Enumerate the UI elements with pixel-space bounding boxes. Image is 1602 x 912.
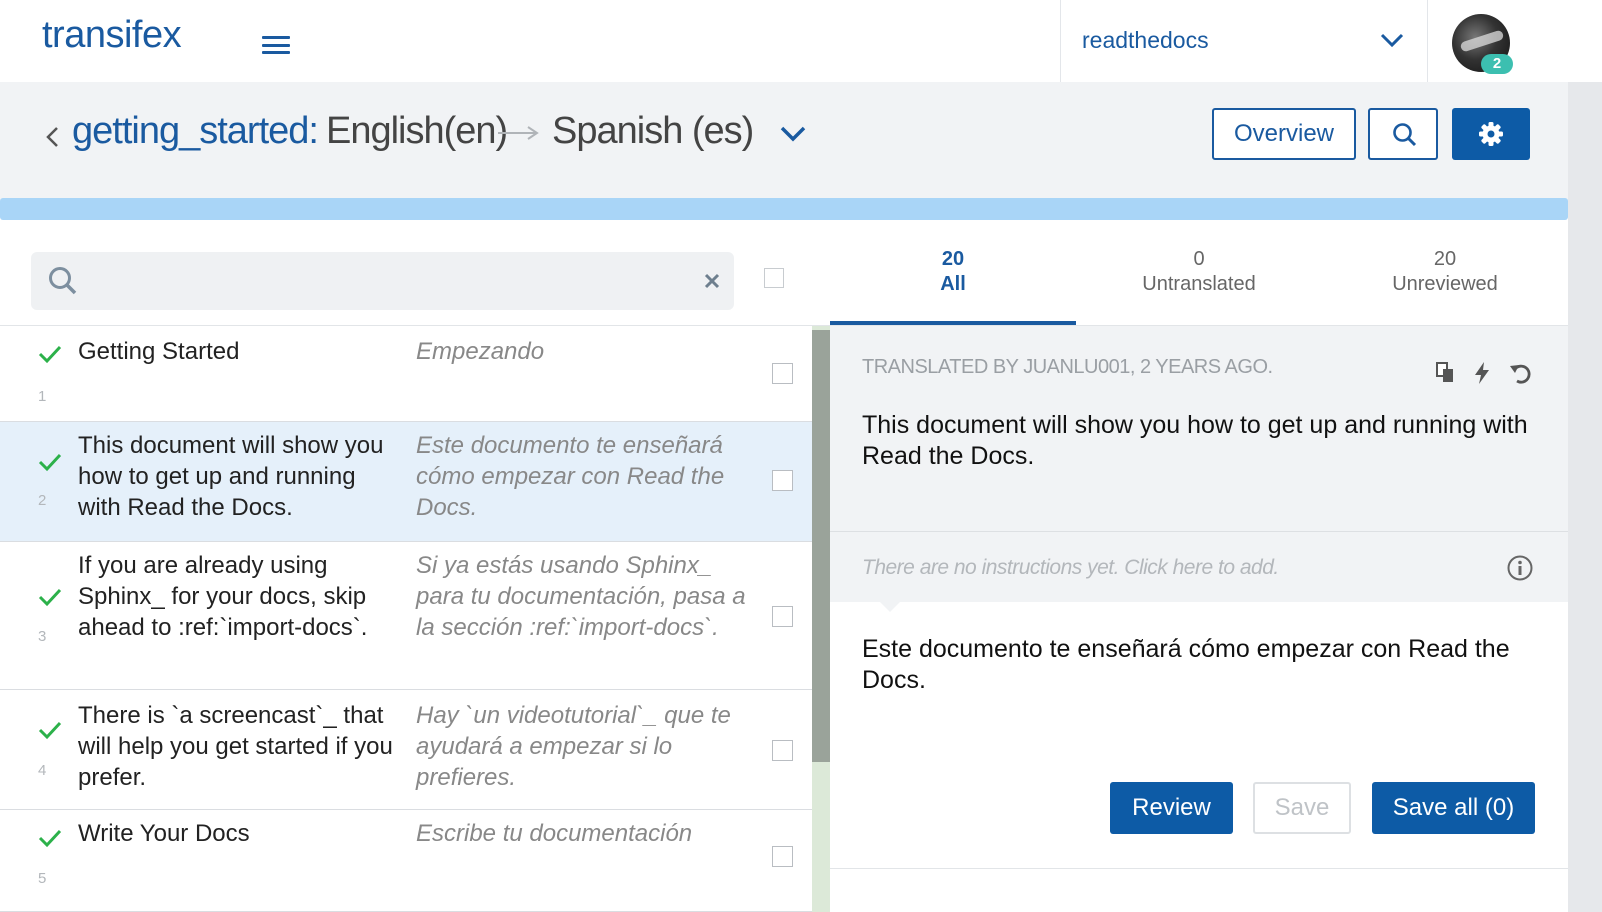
chevron-down-icon xyxy=(1380,33,1404,48)
tab-count: 0 xyxy=(1193,248,1205,270)
tab-count: 20 xyxy=(1433,248,1457,270)
translation-meta: TRANSLATED BY JUANLU001, 2 YEARS AGO. xyxy=(862,356,1273,378)
search-icon xyxy=(49,267,77,295)
chevron-left-icon[interactable] xyxy=(44,122,60,152)
tab-unreviewed[interactable]: 20 Unreviewed xyxy=(1322,240,1568,326)
editor-toolbar xyxy=(1434,360,1534,386)
tab-all[interactable]: 20 All xyxy=(830,240,1076,326)
source-string: Write Your Docs xyxy=(78,820,250,847)
pointer-caret xyxy=(878,600,902,612)
instructions-bar[interactable]: There are no instructions yet. Click her… xyxy=(830,532,1568,602)
save-all-button[interactable]: Save all (0) xyxy=(1372,782,1535,834)
string-number: 1 xyxy=(38,388,47,405)
save-button[interactable]: Save xyxy=(1253,782,1351,834)
tab-label: Untranslated xyxy=(1142,273,1256,295)
checkmark-icon xyxy=(38,453,62,472)
string-number: 2 xyxy=(38,492,47,509)
chevron-down-icon[interactable] xyxy=(778,122,808,146)
source-panel: TRANSLATED BY JUANLU001, 2 YEARS AGO. Th… xyxy=(830,326,1568,532)
row-checkbox[interactable] xyxy=(772,363,793,384)
transifex-logo[interactable]: transifex xyxy=(42,14,182,57)
string-number: 4 xyxy=(38,762,47,779)
string-row[interactable]: 4 There is `a screencast`_ that will hel… xyxy=(0,690,812,810)
translation-string: Escribe tu documentación xyxy=(416,820,693,847)
copy-icon[interactable] xyxy=(1434,360,1458,386)
translation-progress-bar xyxy=(0,198,1568,220)
string-row[interactable]: 3 If you are already using Sphinx_ for y… xyxy=(0,542,812,690)
project-link[interactable]: getting_started: xyxy=(72,110,319,153)
string-number: 3 xyxy=(38,628,47,645)
scrollbar-thumb[interactable] xyxy=(812,330,830,762)
row-checkbox[interactable] xyxy=(772,740,793,761)
hamburger-icon[interactable] xyxy=(262,36,290,54)
checkmark-icon xyxy=(38,721,62,740)
translation-string: Empezando xyxy=(416,338,545,365)
row-checkbox[interactable] xyxy=(772,606,793,627)
translation-string: Hay `un videotutorial`_ que te ayudará a… xyxy=(416,702,731,791)
translation-string: Si ya estás usando Sphinx_ para tu docum… xyxy=(416,552,746,641)
source-string: Getting Started xyxy=(78,338,240,365)
string-row[interactable]: 5 Write Your Docs Escribe tu documentaci… xyxy=(0,810,812,912)
string-number: 5 xyxy=(38,870,47,887)
search-button[interactable] xyxy=(1368,108,1438,160)
search-icon xyxy=(1393,123,1417,147)
source-string: This document will show you how to get u… xyxy=(78,432,384,521)
divider xyxy=(830,868,1568,869)
gear-icon xyxy=(1479,122,1503,146)
close-icon[interactable] xyxy=(699,268,725,294)
undo-icon[interactable] xyxy=(1508,360,1534,386)
translation-editor: TRANSLATED BY JUANLU001, 2 YEARS AGO. Th… xyxy=(830,326,1568,912)
translation-input[interactable]: Este documento te enseñará cómo empezar … xyxy=(862,634,1542,696)
checkmark-icon xyxy=(38,588,62,607)
string-search xyxy=(31,252,734,310)
row-checkbox[interactable] xyxy=(772,846,793,867)
string-list: 1 Getting Started Empezando 2 This docum… xyxy=(0,326,812,912)
notification-badge[interactable]: 2 xyxy=(1481,54,1513,74)
checkmark-icon xyxy=(38,829,62,848)
source-string: There is `a screencast`_ that will help … xyxy=(78,702,393,791)
source-language: English(en) xyxy=(326,110,508,152)
organization-name: readthedocs xyxy=(1082,27,1209,53)
info-icon[interactable] xyxy=(1506,554,1534,582)
search-input[interactable] xyxy=(95,260,675,302)
organization-selector[interactable]: readthedocs xyxy=(1060,0,1428,82)
target-language: Spanish (es) xyxy=(552,110,754,152)
overview-button[interactable]: Overview xyxy=(1212,108,1356,160)
settings-button[interactable] xyxy=(1452,108,1530,160)
filter-tabs: 20 All 0 Untranslated 20 Unreviewed xyxy=(830,240,1568,326)
select-all-checkbox[interactable] xyxy=(764,268,784,288)
instructions-placeholder: There are no instructions yet. Click her… xyxy=(862,556,1279,579)
source-string: If you are already using Sphinx_ for you… xyxy=(78,552,368,641)
bolt-icon[interactable] xyxy=(1472,360,1492,386)
string-row[interactable]: 1 Getting Started Empezando xyxy=(0,326,812,422)
tab-label: All xyxy=(940,273,966,295)
translation-string: Este documento te enseñará cómo empezar … xyxy=(416,432,725,521)
string-row[interactable]: 2 This document will show you how to get… xyxy=(0,422,812,542)
row-checkbox[interactable] xyxy=(772,470,793,491)
window-edge xyxy=(1568,82,1602,912)
source-text: This document will show you how to get u… xyxy=(862,411,1528,470)
resource-header: getting_started: English(en) Spanish (es… xyxy=(0,82,1568,200)
review-button[interactable]: Review xyxy=(1110,782,1233,834)
tab-untranslated[interactable]: 0 Untranslated xyxy=(1076,240,1322,326)
arrow-right-icon xyxy=(498,126,539,140)
tab-label: Unreviewed xyxy=(1392,273,1498,295)
tab-count: 20 xyxy=(941,248,965,270)
checkmark-icon xyxy=(38,345,62,364)
top-navbar: transifex readthedocs 2 xyxy=(0,0,1602,82)
